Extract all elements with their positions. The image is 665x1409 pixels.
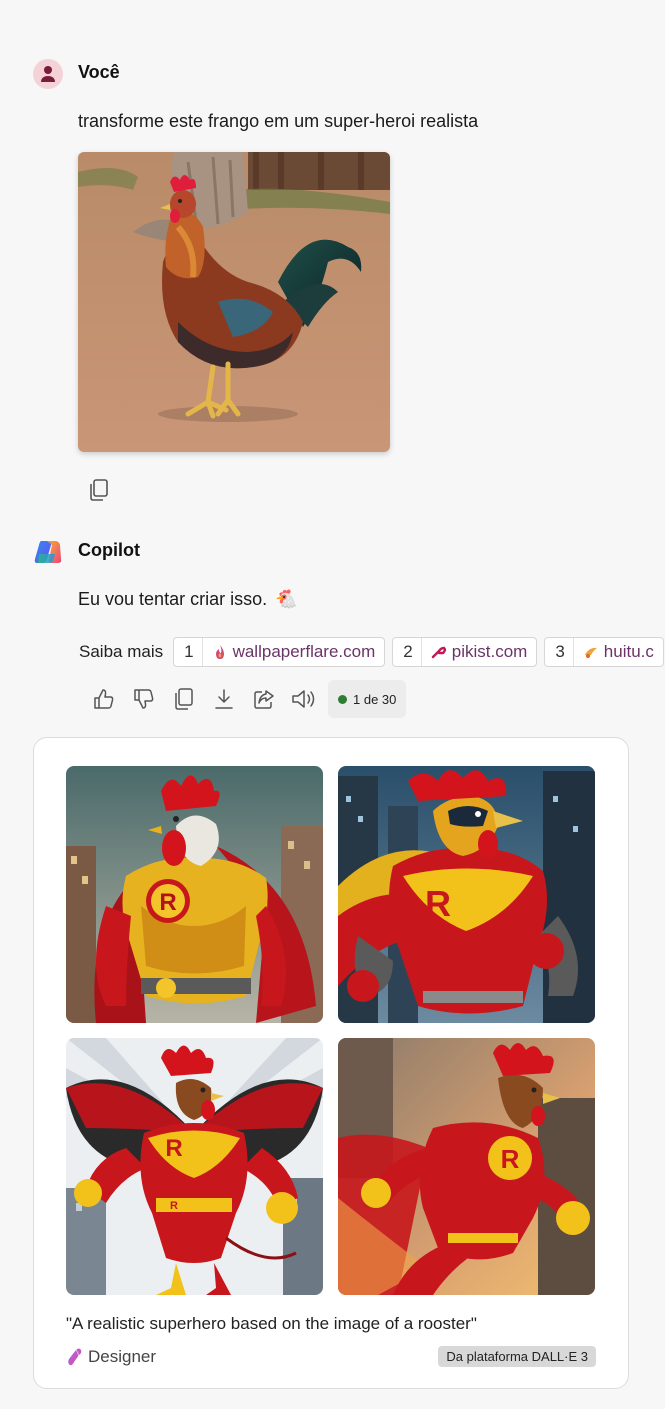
huitu-icon [582,643,600,661]
dislike-button[interactable] [124,680,164,718]
pikist-icon [430,643,448,661]
citation-domain: wallpaperflare.com [232,642,376,661]
dalle-badge: Da plataforma DALL·E 3 [438,1346,596,1367]
copy-button[interactable] [164,680,204,718]
person-icon [41,66,55,82]
citation-domain: pikist.com [451,642,528,661]
generated-image-4[interactable]: R [338,1038,595,1295]
generated-image-3[interactable]: R R [66,1038,323,1295]
speaker-icon [292,690,315,708]
generated-image-2[interactable]: R [338,766,595,1023]
designer-icon [68,1348,82,1366]
citation-domain: huitu.c [603,642,654,661]
designer-link[interactable]: Designer [66,1347,156,1367]
citation-number: 2 [393,638,422,666]
response-counter: 1 de 30 [328,680,407,718]
svg-text:R: R [165,1135,182,1162]
thumbs-up-icon [94,689,114,709]
download-icon [215,689,233,709]
read-aloud-button[interactable] [284,680,324,718]
svg-text:R: R [170,1200,178,1212]
flame-icon [211,643,229,661]
svg-text:R: R [501,1144,520,1174]
svg-text:R: R [425,883,451,924]
download-button[interactable] [204,680,244,718]
copy-message-button[interactable] [86,477,112,503]
copilot-message: Eu vou tentar criar isso. 🐔 [78,589,298,610]
generated-images-card: R R R R R "A realistic superhero based o… [33,737,629,1389]
citation-number: 3 [545,638,574,666]
citation-link[interactable]: 1 wallpaperflare.com [173,637,386,667]
user-message-text: transforme este frango em um super-heroi… [78,111,479,131]
share-icon [254,690,274,709]
copilot-logo-icon [33,537,63,567]
learn-more-label: Saiba mais [79,642,164,661]
image-prompt-caption: "A realistic superhero based on the imag… [66,1314,477,1333]
share-button[interactable] [244,680,284,718]
copy-icon [90,479,108,501]
svg-text:R: R [159,889,176,916]
status-dot [338,694,347,704]
like-button[interactable] [84,680,124,718]
user-name: Você [78,62,120,82]
copilot-message-text: Eu vou tentar criar isso. [78,589,268,609]
chicken-emoji: 🐔 [275,589,298,609]
designer-label: Designer [88,1347,157,1366]
uploaded-rooster-image[interactable] [78,152,390,452]
citation-link[interactable]: 2 pikist.com [392,637,538,667]
generated-image-1[interactable]: R [66,766,323,1023]
copy-icon [175,688,193,710]
learn-more-bar: Saiba mais 1 wallpaperflare.com 2 pikist… [79,637,665,667]
user-avatar [33,59,63,89]
counter-text: 1 de 30 [353,691,397,707]
copilot-name: Copilot [78,540,140,560]
citation-link[interactable]: 3 huitu.c [544,637,664,667]
citation-number: 1 [174,638,203,666]
thumbs-down-icon [134,689,154,709]
message-actions: 1 de 30 [84,680,407,718]
